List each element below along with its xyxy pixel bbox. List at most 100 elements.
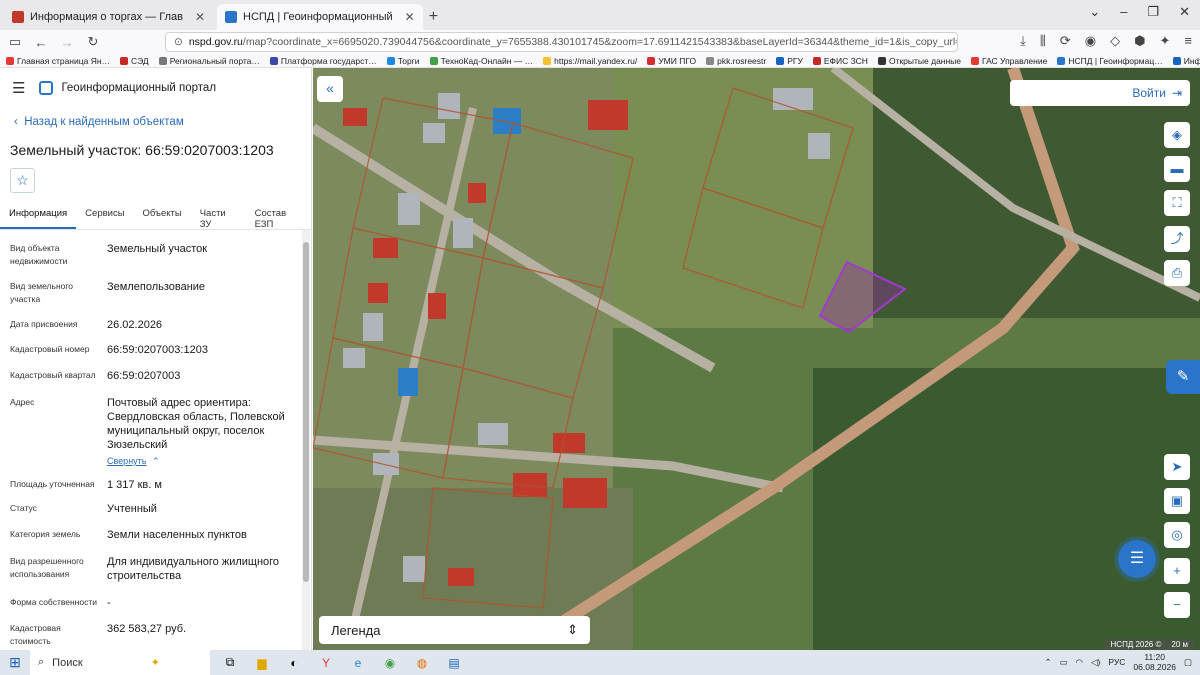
network-icon[interactable]: ▭ <box>1060 657 1068 668</box>
plus-icon: + <box>1173 563 1181 578</box>
attribute-label: Категория земель <box>10 529 81 539</box>
basemap-icon: ▣ <box>1170 493 1184 508</box>
zoom-in-button[interactable]: + <box>1164 558 1190 584</box>
bookmark-item[interactable]: Торги <box>386 56 420 66</box>
bookmark-item[interactable]: ГАС Управление <box>971 56 1047 66</box>
feedback-tab[interactable]: ✎ <box>1166 360 1200 394</box>
file-explorer-icon[interactable]: ▆ <box>250 656 274 670</box>
taskbar-search[interactable]: ⌕ Поиск ✦ <box>30 650 210 675</box>
bookmark-item[interactable]: НСПД | Геоинформац… <box>1057 56 1163 66</box>
bookmark-item[interactable]: ЕФИС ЗСН <box>812 56 868 66</box>
bookmark-item[interactable]: Открытые данные <box>877 56 961 66</box>
chevron-down-icon[interactable]: ⌄ <box>1089 4 1100 20</box>
legend-toggle[interactable]: Легенда ⇕ <box>319 616 590 644</box>
os-taskbar: ⊞ ⌕ Поиск ✦ ⧉ ▆ ◐ Y e ◉ ◍ ▤ ⌃ ▭ ◠ ◁) РУС… <box>0 650 1200 675</box>
close-window-icon[interactable]: ✕ <box>1179 4 1190 20</box>
attribute-value: Землепользование <box>107 281 206 293</box>
chat-button[interactable]: ☰ <box>1118 540 1156 578</box>
bookmark-item[interactable]: РГУ <box>776 56 803 66</box>
hamburger-menu-icon[interactable]: ☰ <box>12 79 25 97</box>
geolocation-button[interactable]: ◎ <box>1164 522 1190 548</box>
close-icon[interactable]: ✕ <box>195 10 205 24</box>
collapse-panel-button[interactable]: « <box>317 76 343 102</box>
basemap-button[interactable]: ▣ <box>1164 488 1190 514</box>
yandex-browser-icon[interactable]: Y <box>314 656 338 670</box>
account-icon[interactable]: ◉ <box>1085 33 1096 49</box>
tab-objects[interactable]: Объекты <box>134 206 191 229</box>
browser-tabbar: Информация о торгах — Глав ✕ НСПД | Геои… <box>0 0 1200 30</box>
zoom-out-button[interactable]: − <box>1164 592 1190 618</box>
panel-scrollbar[interactable] <box>302 230 310 650</box>
layers-button[interactable]: ◈ <box>1164 122 1190 148</box>
back-to-results-link[interactable]: ‹ Назад к найденным объектам <box>14 116 184 128</box>
new-tab-icon[interactable]: + <box>429 4 438 30</box>
attribute-label: Площадь уточненная <box>10 479 95 489</box>
search-icon: ⌕ <box>38 656 45 668</box>
attribute-value: Земли населенных пунктов <box>107 529 247 541</box>
url-bar[interactable]: ⊙ nspd.gov.ru /map?coordinate_x=6695020.… <box>165 32 958 52</box>
close-icon[interactable]: ✕ <box>405 10 415 24</box>
puzzle-icon[interactable]: ✦ <box>1160 33 1171 49</box>
attribute-value: - <box>107 597 111 609</box>
login-button[interactable]: Войти ⇥ <box>1010 80 1190 106</box>
tab-services[interactable]: Сервисы <box>76 206 133 229</box>
word-document-icon[interactable]: ▤ <box>442 656 466 670</box>
task-view-icon[interactable]: ⧉ <box>218 655 242 670</box>
share-button[interactable]: ⤴ <box>1164 226 1190 252</box>
locate-button[interactable]: ➤ <box>1164 454 1190 480</box>
bookmark-item[interactable]: Региональный порта… <box>158 56 260 66</box>
edge-icon[interactable]: e <box>346 656 370 670</box>
tab-ezp-composition[interactable]: Состав ЕЗП <box>246 206 312 230</box>
volume-icon[interactable]: ◁) <box>1091 657 1100 668</box>
maximize-icon[interactable]: ❐ <box>1147 4 1159 20</box>
map-view[interactable]: « Войти ⇥ ◈ ▬ ⛶ ⤴ ⎙ ✎ ➤ ▣ ◎ + − ☰ Легенд… <box>313 68 1200 650</box>
bookmark-item[interactable]: Платформа государст… <box>269 56 377 66</box>
sync-icon[interactable]: ⟳ <box>1060 33 1071 49</box>
language-indicator[interactable]: РУС <box>1108 657 1125 667</box>
bookmark-item[interactable]: Информация о граж… <box>1172 56 1200 66</box>
bookmark-item[interactable]: Главная страница Ян… <box>6 56 110 66</box>
download-icon[interactable]: ⤓ <box>1020 33 1026 49</box>
print-button[interactable]: ⎙ <box>1164 260 1190 286</box>
panel-tabs: Информация Сервисы Объекты Части ЗУ Сост… <box>0 206 312 230</box>
layers-icon: ◈ <box>1172 127 1182 142</box>
app-icon[interactable]: ◐ <box>282 656 306 670</box>
site-info-icon[interactable]: ⊙ <box>174 36 183 48</box>
minimize-icon[interactable]: – <box>1120 4 1127 20</box>
notifications-icon[interactable]: ▢ <box>1184 657 1192 668</box>
portal-logo[interactable]: Геоинформационный портал <box>39 81 216 95</box>
url-path: /map?coordinate_x=6695020.739044756&coor… <box>242 36 957 48</box>
chrome-icon[interactable]: ◉ <box>378 656 402 670</box>
portal-logo-icon <box>39 81 54 95</box>
bookmark-item[interactable]: УМИ ПГО <box>647 56 696 66</box>
sidebar-toggle-icon[interactable]: ▭ <box>4 34 26 50</box>
browser-tab-torgi[interactable]: Информация о торгах — Глав ✕ <box>4 4 213 30</box>
chevron-up-icon[interactable]: ⌃ <box>1044 657 1051 668</box>
extension-icon[interactable]: ⬢ <box>1134 33 1145 49</box>
measure-button[interactable]: ▬ <box>1164 156 1190 182</box>
copyright-text: НСПД 2026 © <box>1110 640 1162 649</box>
browser-tab-nspd[interactable]: НСПД | Геоинформационный ✕ <box>217 4 423 30</box>
tab-parcel-parts[interactable]: Части ЗУ <box>191 206 246 230</box>
forward-icon[interactable]: → <box>56 35 78 50</box>
library-icon[interactable]: ⫼ <box>1040 33 1046 49</box>
nspd-favicon-icon <box>225 11 238 23</box>
tab-information[interactable]: Информация <box>0 206 77 229</box>
firefox-icon[interactable]: ◍ <box>410 656 434 670</box>
bookmark-item[interactable]: pkk.rosreestr <box>706 56 766 66</box>
select-area-button[interactable]: ⛶ <box>1164 190 1190 216</box>
tab-label: НСПД | Геоинформационный <box>243 11 393 23</box>
windows-start-icon[interactable]: ⊞ <box>0 654 30 671</box>
wifi-icon[interactable]: ◠ <box>1076 657 1083 668</box>
scrollbar-thumb[interactable] <box>303 242 309 582</box>
reload-icon[interactable]: ↻ <box>82 34 104 50</box>
bookmark-item[interactable]: ТехноКад-Онлайн — … <box>429 56 533 66</box>
back-icon[interactable]: ← <box>30 35 52 50</box>
clock[interactable]: 11:20 06.08.2026 <box>1133 652 1176 672</box>
bookmark-item[interactable]: СЭД <box>120 56 149 66</box>
bookmark-item[interactable]: https://mail.yandex.ru/ <box>543 56 637 66</box>
collapse-link[interactable]: Свернуть ⌃ <box>107 454 292 468</box>
pocket-icon[interactable]: ◇ <box>1110 33 1120 49</box>
favorite-star-button[interactable]: ☆ <box>10 168 35 193</box>
menu-icon[interactable]: ≡ <box>1184 33 1192 49</box>
